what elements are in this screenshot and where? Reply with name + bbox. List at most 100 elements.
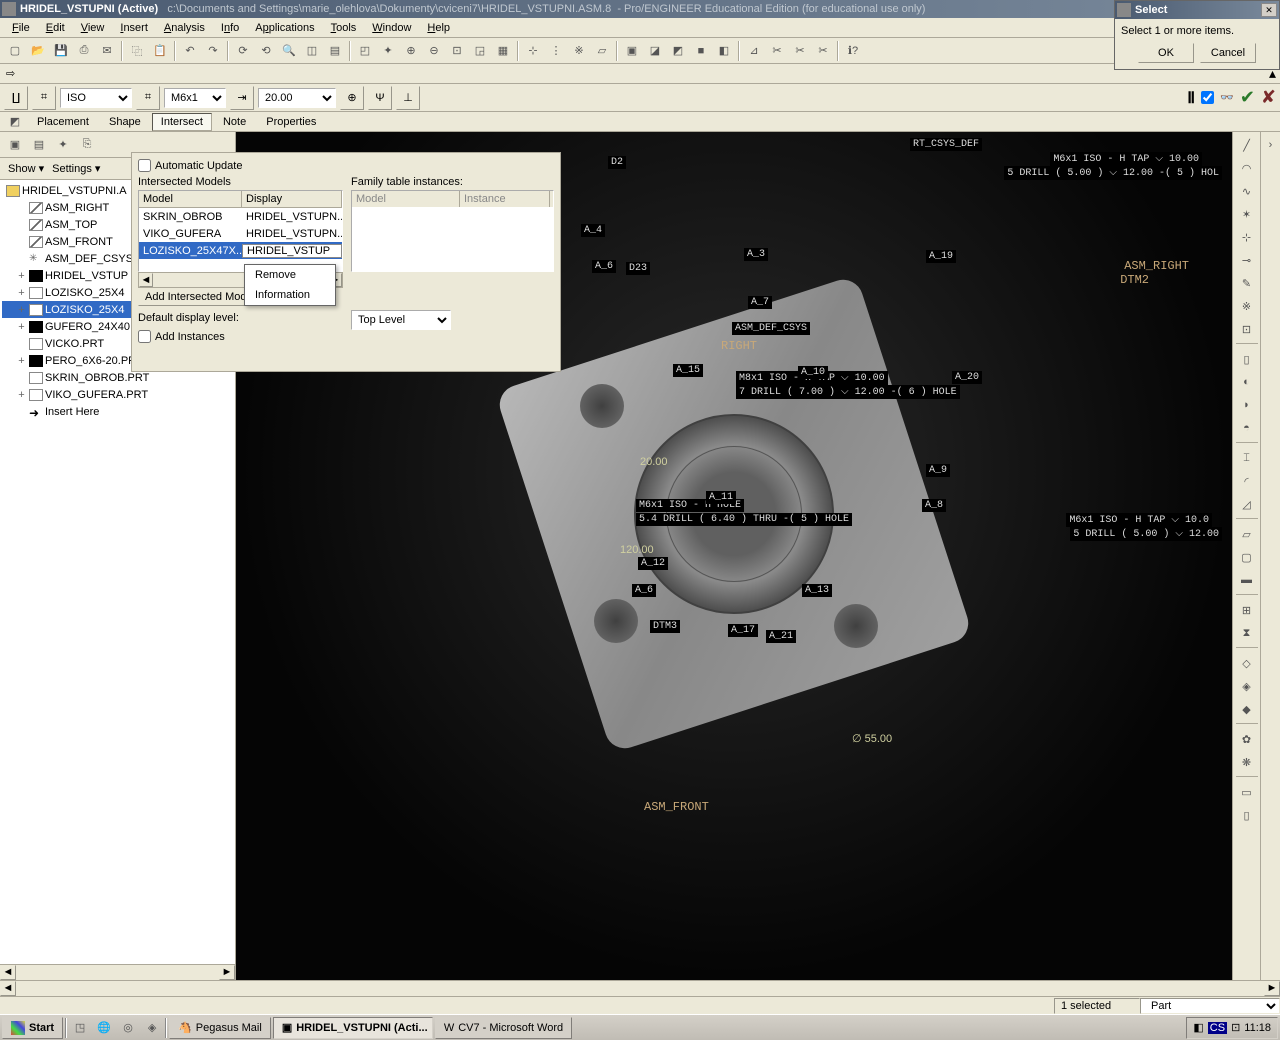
tree-btn3-icon[interactable]: ✦ — [52, 134, 74, 156]
restyle-icon[interactable]: ❋ — [1235, 751, 1259, 773]
menu-file[interactable]: File — [4, 20, 38, 36]
paste-icon[interactable]: 📋 — [149, 40, 171, 62]
bottom-scrollbar[interactable]: ◄► — [0, 980, 1280, 996]
tree-item[interactable]: ➜Insert Here — [2, 403, 233, 420]
orient-icon[interactable]: ◲ — [469, 40, 491, 62]
regen2-icon[interactable]: ⟲ — [255, 40, 277, 62]
new-icon[interactable]: ▢ — [4, 40, 26, 62]
depth-input[interactable]: 20.00 — [258, 88, 336, 108]
tree-btn1-icon[interactable]: ▣ — [4, 134, 26, 156]
note-icon[interactable]: ⊥ — [396, 86, 420, 110]
ctx-information[interactable]: Information — [245, 285, 335, 305]
copy-icon[interactable]: ⿻ — [126, 40, 148, 62]
spin-icon[interactable]: ✦ — [377, 40, 399, 62]
chamfer-icon[interactable]: ◿ — [1235, 493, 1259, 515]
tab-intersect[interactable]: Intersect — [152, 113, 212, 131]
tab-note[interactable]: Note — [214, 113, 255, 131]
regen-icon[interactable]: ⟳ — [232, 40, 254, 62]
dlg-cancel-button[interactable]: Cancel — [1200, 43, 1256, 63]
tree-settings-dropdown[interactable]: Settings ▾ — [52, 162, 100, 175]
filter-select[interactable]: Part — [1140, 998, 1280, 1014]
expand-icon[interactable]: + — [16, 389, 27, 401]
menu-edit[interactable]: Edit — [38, 20, 73, 36]
arc-icon[interactable]: ◠ — [1235, 157, 1259, 179]
extrude-icon[interactable]: ▯ — [1235, 348, 1259, 370]
tray-icon1[interactable]: ◧ — [1193, 1021, 1203, 1034]
auto-update-checkbox[interactable]: Automatic Update — [138, 159, 554, 172]
menu-info[interactable]: Info — [213, 20, 247, 36]
preview-icon[interactable]: 👓 — [1220, 91, 1234, 104]
display-level-select[interactable]: Top Level — [351, 310, 451, 330]
thread-size-select[interactable]: M6x1 — [164, 88, 226, 108]
mirror-icon[interactable]: ⧗ — [1235, 622, 1259, 644]
dlg-ok-button[interactable]: OK — [1138, 43, 1194, 63]
sweep-icon[interactable]: ◗ — [1235, 394, 1259, 416]
menu-view[interactable]: View — [73, 20, 113, 36]
tab-toggle-icon[interactable]: ◩ — [4, 111, 26, 133]
tray-icon2[interactable]: ⊡ — [1231, 1021, 1240, 1034]
tab-placement[interactable]: Placement — [28, 113, 98, 131]
expand-icon[interactable]: + — [16, 287, 27, 299]
rib-icon[interactable]: ▬ — [1235, 569, 1259, 591]
thread-type-icon[interactable]: ⌗ — [136, 86, 160, 110]
ql1-icon[interactable]: ◳ — [69, 1017, 91, 1039]
round-icon[interactable]: ◜ — [1235, 470, 1259, 492]
spline-icon[interactable]: ∿ — [1235, 180, 1259, 202]
find-icon[interactable]: 🔍 — [278, 40, 300, 62]
disp-point-icon[interactable]: ⋮ — [545, 40, 567, 62]
expand-icon[interactable]: + — [16, 304, 27, 316]
tab-properties[interactable]: Properties — [257, 113, 325, 131]
cancel-button[interactable]: ✘ — [1261, 87, 1276, 108]
shell-icon[interactable]: ▢ — [1235, 546, 1259, 568]
hole-simple-icon[interactable]: ∐ — [4, 86, 28, 110]
menu-insert[interactable]: Insert — [112, 20, 156, 36]
save-icon[interactable]: 💾 — [50, 40, 72, 62]
standalone-icon[interactable]: ⊡ — [1235, 318, 1259, 340]
refit-icon[interactable]: ⊡ — [446, 40, 468, 62]
undo-icon[interactable]: ↶ — [179, 40, 201, 62]
ql4-icon[interactable]: ◈ — [141, 1017, 163, 1039]
placement-icon[interactable]: ⊕ — [340, 86, 364, 110]
enhance-icon[interactable]: ◧ — [713, 40, 735, 62]
hole-feat-icon[interactable]: ⌶ — [1235, 447, 1259, 469]
ctx-remove[interactable]: Remove — [245, 265, 335, 285]
pause-icon[interactable]: Ⅱ — [1187, 88, 1195, 108]
expand-icon[interactable]: + — [16, 321, 27, 333]
tree-hscroll[interactable]: ◄ ► — [0, 964, 235, 980]
annot3-icon[interactable]: ✂ — [789, 40, 811, 62]
tree-btn4-icon[interactable]: ⎘ — [76, 134, 98, 156]
sketch-icon[interactable]: ✎ — [1235, 272, 1259, 294]
expand-icon[interactable]: + — [16, 270, 27, 282]
disp-axis-icon[interactable]: ⊹ — [522, 40, 544, 62]
csys-icon[interactable]: ⊹ — [1235, 226, 1259, 248]
menu-help[interactable]: Help — [419, 20, 458, 36]
style-icon[interactable]: ✿ — [1235, 728, 1259, 750]
surf3-icon[interactable]: ◆ — [1235, 698, 1259, 720]
col-display[interactable]: Display — [242, 191, 342, 207]
misc2-icon[interactable]: ▯ — [1235, 804, 1259, 826]
surf1-icon[interactable]: ◇ — [1235, 652, 1259, 674]
family-instances-list[interactable]: Model Instance — [351, 190, 554, 272]
preview-checkbox[interactable] — [1201, 91, 1214, 104]
list-row[interactable]: SKRIN_OBROBHRIDEL_VSTUPN... — [139, 208, 342, 225]
surf2-icon[interactable]: ◈ — [1235, 675, 1259, 697]
ql3-icon[interactable]: ◎ — [117, 1017, 139, 1039]
layers-icon[interactable]: ▤ — [324, 40, 346, 62]
disp-plane-icon[interactable]: ▱ — [591, 40, 613, 62]
annot4-icon[interactable]: ✂ — [812, 40, 834, 62]
intersected-models-list[interactable]: Model Display SKRIN_OBROBHRIDEL_VSTUPN..… — [138, 190, 343, 272]
zoomin-icon[interactable]: ⊕ — [400, 40, 422, 62]
nohidden-icon[interactable]: ◩ — [667, 40, 689, 62]
task-hridel[interactable]: ▣HRIDEL_VSTUPNI (Acti... — [273, 1017, 433, 1039]
draft-icon[interactable]: ▱ — [1235, 523, 1259, 545]
system-tray[interactable]: ◧ CS ⊡ 11:18 — [1186, 1017, 1278, 1039]
tab-shape[interactable]: Shape — [100, 113, 150, 131]
ok-button[interactable]: ✔ — [1240, 87, 1255, 108]
start-button[interactable]: Start — [2, 1017, 63, 1039]
expand-right-icon[interactable]: › — [1263, 134, 1279, 156]
open-icon[interactable]: 📂 — [27, 40, 49, 62]
list-row-selected[interactable]: LOZISKO_25X47X...HRIDEL_VSTUP — [139, 242, 342, 259]
menu-tools[interactable]: Tools — [323, 20, 365, 36]
point-icon[interactable]: ✶ — [1235, 203, 1259, 225]
shape-icon[interactable]: Ψ — [368, 86, 392, 110]
